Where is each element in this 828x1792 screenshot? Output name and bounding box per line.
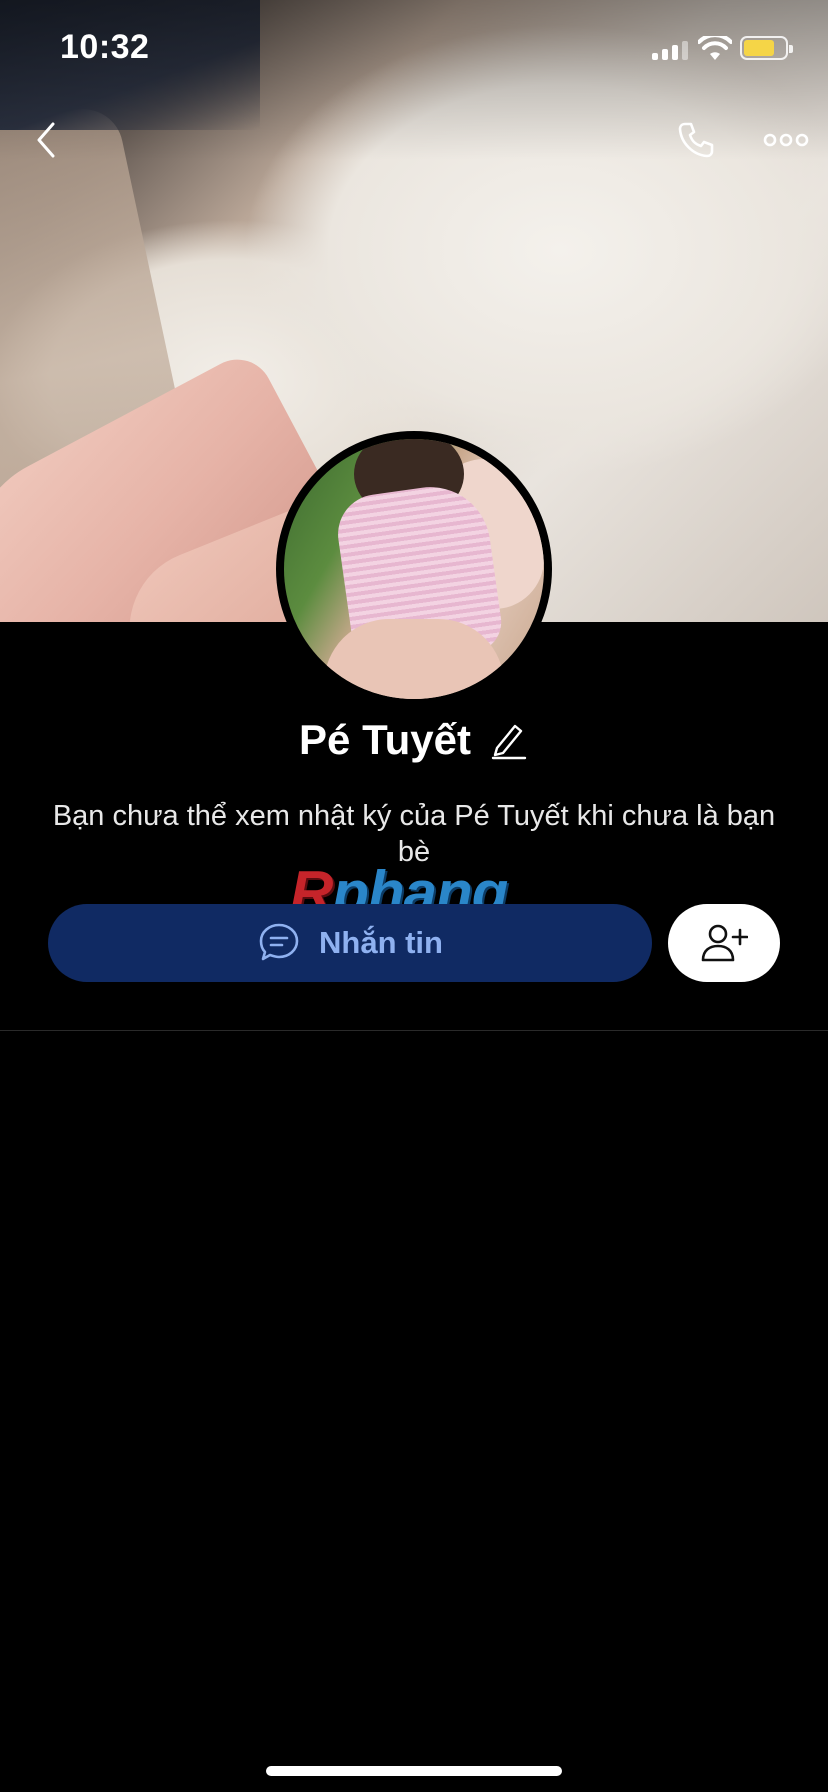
- status-time: 10:32: [60, 28, 150, 66]
- avatar-photo: [284, 439, 544, 699]
- add-friend-button[interactable]: [668, 904, 780, 982]
- status-bar: 10:32: [0, 0, 828, 96]
- home-indicator[interactable]: [266, 1766, 562, 1776]
- profile-name: Pé Tuyết: [299, 716, 471, 763]
- profile-name-row: Pé Tuyết: [0, 716, 828, 764]
- back-button[interactable]: [18, 112, 74, 168]
- call-button[interactable]: [668, 112, 724, 168]
- phone-icon: [678, 122, 714, 158]
- message-button[interactable]: Nhắn tin: [48, 904, 652, 982]
- battery-level: [744, 40, 774, 56]
- section-divider: [0, 1030, 828, 1031]
- more-button[interactable]: [756, 116, 816, 164]
- more-horizontal-icon: [763, 133, 809, 147]
- wifi-icon: [698, 36, 732, 60]
- add-friend-icon: [701, 924, 748, 962]
- battery-icon: [740, 36, 793, 60]
- pencil-icon: [491, 724, 527, 760]
- chat-bubble-icon: [259, 923, 299, 961]
- signal-icon: [652, 40, 688, 60]
- chevron-left-icon: [37, 122, 55, 158]
- avatar[interactable]: [276, 431, 552, 707]
- message-button-label: Nhắn tin: [319, 925, 443, 960]
- edit-name-button[interactable]: [489, 719, 529, 761]
